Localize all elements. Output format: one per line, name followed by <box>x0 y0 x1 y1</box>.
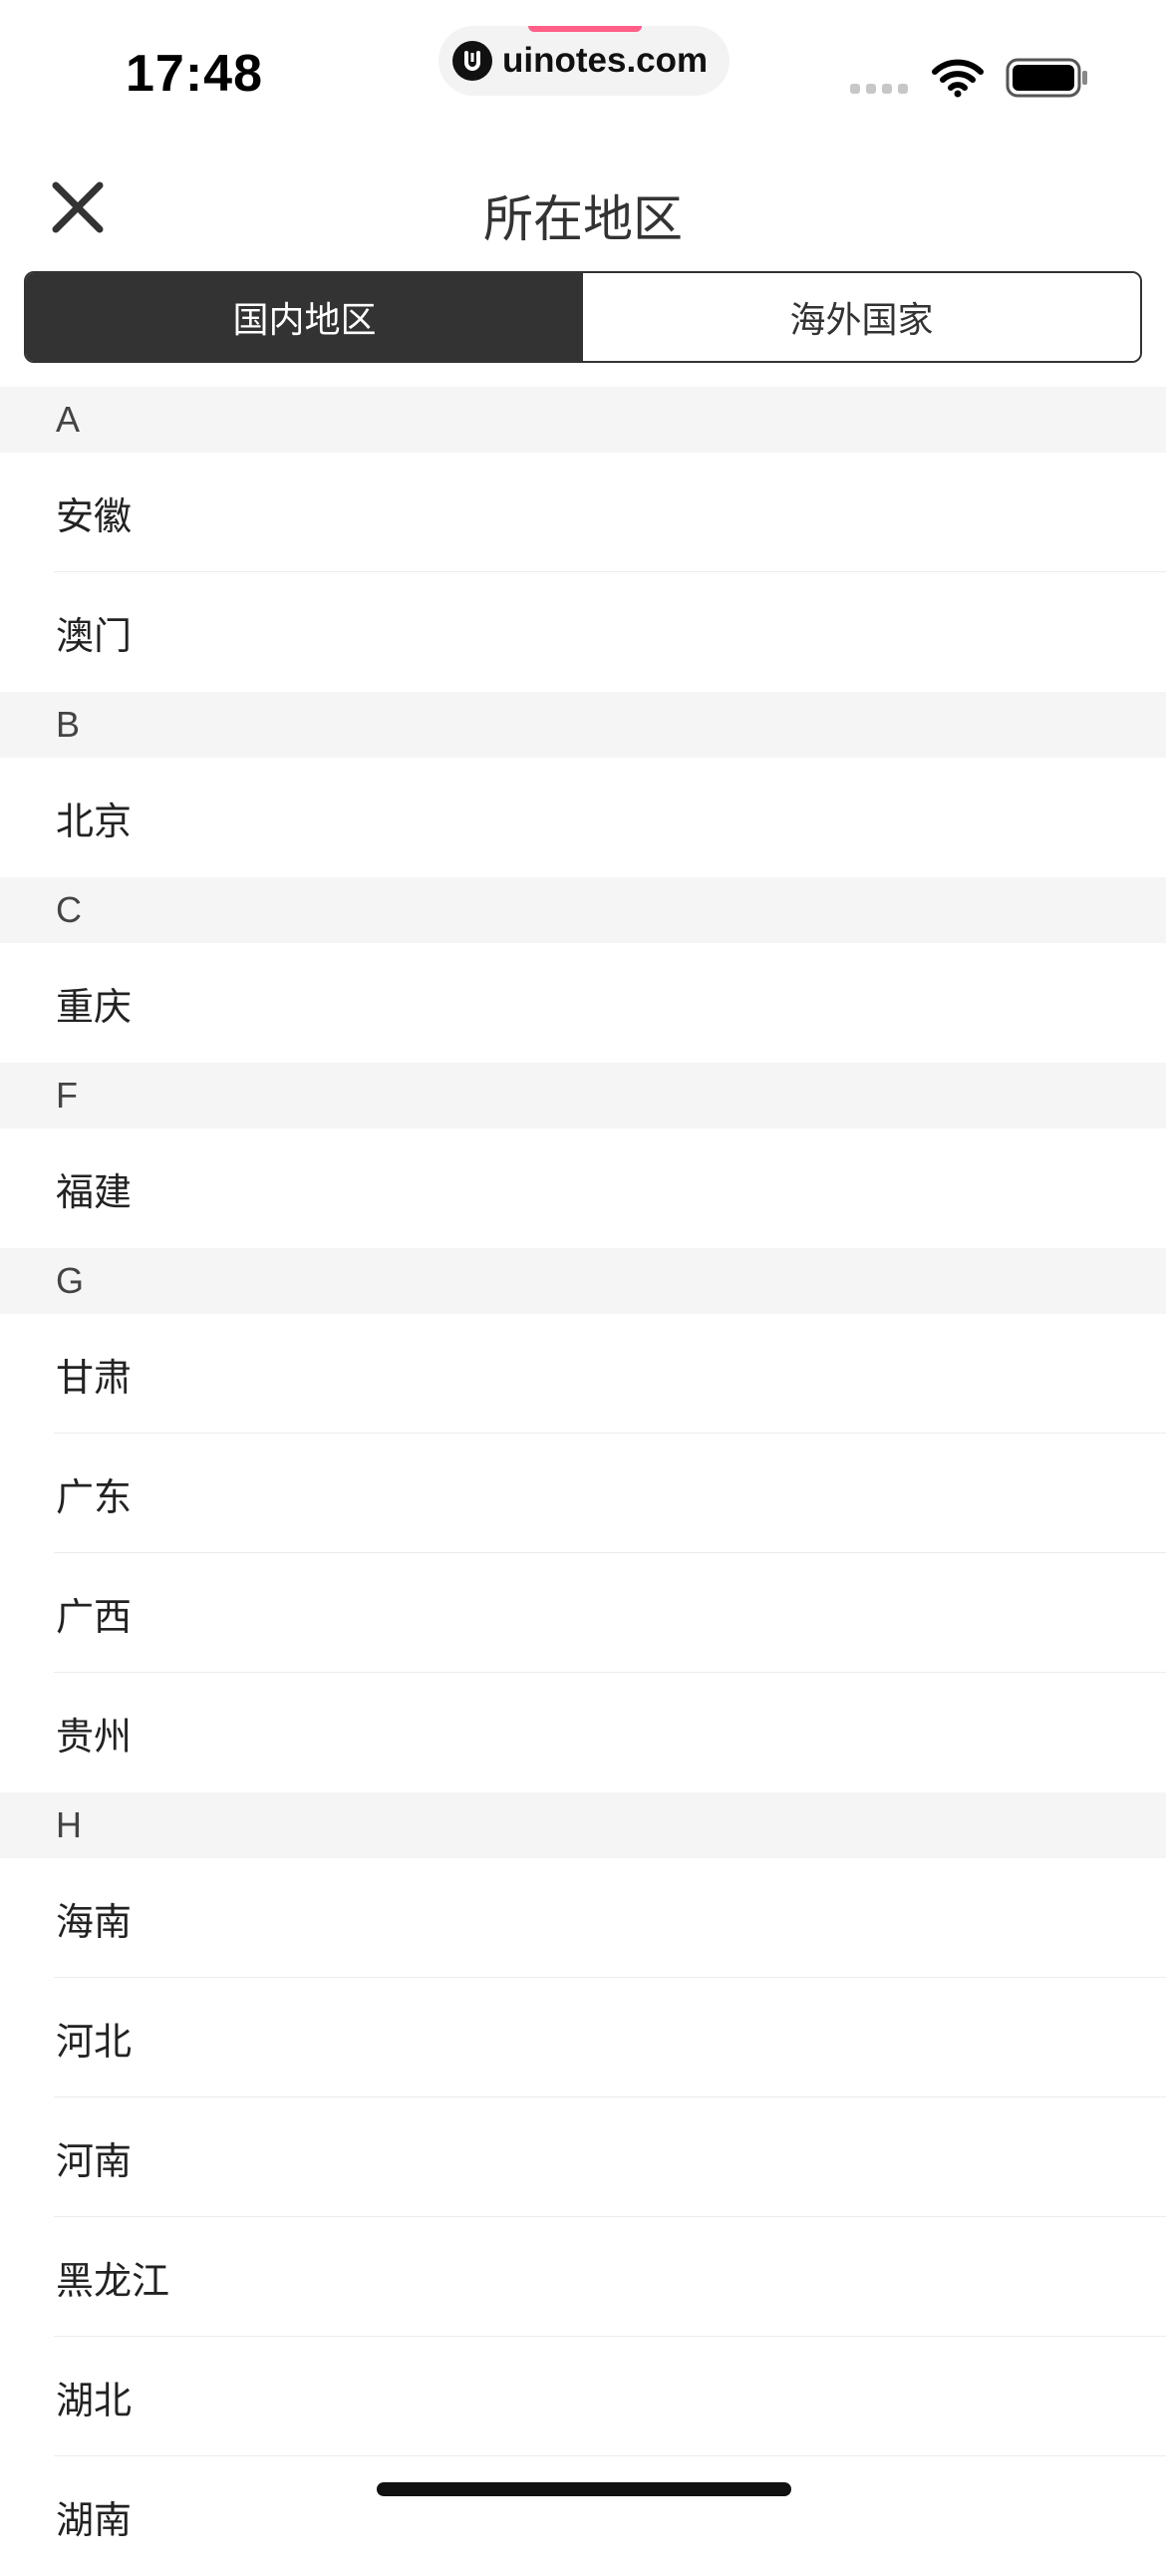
header: 所在地区 <box>0 160 1166 259</box>
battery-icon <box>1006 58 1089 102</box>
tab-overseas-countries[interactable]: 海外国家 <box>583 273 1140 361</box>
section-header-g: G <box>0 1248 1166 1314</box>
list-item[interactable]: 贵州 <box>0 1673 1166 1792</box>
tab-domestic-regions[interactable]: 国内地区 <box>26 273 583 361</box>
status-bar: 17:48 uinotes.com <box>0 0 1166 140</box>
list-item[interactable]: 湖南 <box>0 2456 1166 2576</box>
status-time: 17:48 <box>126 45 263 103</box>
wifi-icon <box>932 58 984 102</box>
list-item[interactable]: 海南 <box>0 1858 1166 1978</box>
list-item[interactable]: 河北 <box>0 1978 1166 2097</box>
section-header-f: F <box>0 1063 1166 1128</box>
url-pill[interactable]: uinotes.com <box>438 26 729 96</box>
list-item[interactable]: 广西 <box>0 1553 1166 1673</box>
list-item[interactable]: 澳门 <box>0 572 1166 692</box>
list-item[interactable]: 黑龙江 <box>0 2217 1166 2337</box>
section-header-b: B <box>0 692 1166 758</box>
list-item[interactable]: 湖北 <box>0 2337 1166 2456</box>
list-item[interactable]: 甘肃 <box>0 1314 1166 1434</box>
signal-dots-icon <box>850 84 908 94</box>
section-header-c: C <box>0 877 1166 943</box>
home-indicator[interactable] <box>377 2482 791 2496</box>
list-item[interactable]: 北京 <box>0 758 1166 877</box>
list-item[interactable]: 重庆 <box>0 943 1166 1063</box>
url-text: uinotes.com <box>502 41 709 80</box>
list-item[interactable]: 河南 <box>0 2097 1166 2217</box>
list-item[interactable]: 广东 <box>0 1434 1166 1553</box>
section-header-a: A <box>0 387 1166 453</box>
region-list: A 安徽 澳门 B 北京 C 重庆 F 福建 G 甘肃 广东 广西 贵州 H 海… <box>0 387 1166 2576</box>
uinotes-logo-icon <box>452 41 492 81</box>
page-title: 所在地区 <box>483 190 683 248</box>
section-header-h: H <box>0 1792 1166 1858</box>
region-type-segmented-control: 国内地区 海外国家 <box>24 271 1142 363</box>
list-item[interactable]: 福建 <box>0 1128 1166 1248</box>
list-item[interactable]: 安徽 <box>0 453 1166 572</box>
url-accent-notch <box>528 26 642 32</box>
